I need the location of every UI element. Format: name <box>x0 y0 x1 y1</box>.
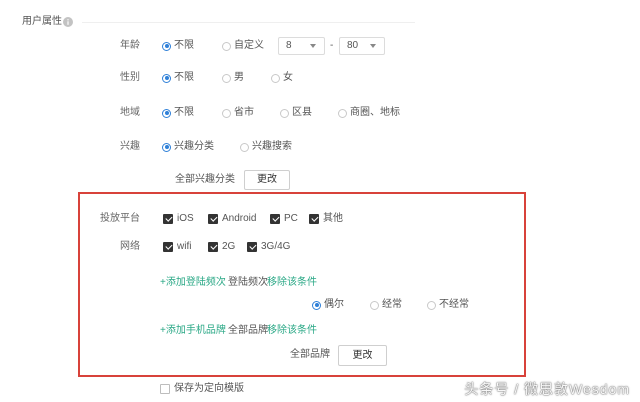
gender-option-female[interactable]: 女 <box>271 72 293 84</box>
remove-login-frequency-link[interactable]: 移除该条件 <box>267 277 317 289</box>
option-label: wifi <box>177 241 192 252</box>
option-label: 3G/4G <box>261 241 291 252</box>
option-label: 保存为定向模版 <box>174 383 244 394</box>
checkbox[interactable] <box>208 214 218 224</box>
option-label: 不限 <box>174 40 194 51</box>
phone-brand-change-button[interactable]: 更改 <box>338 345 387 366</box>
info-icon-dot <box>67 19 69 21</box>
platform-option-other[interactable]: 其他 <box>309 213 343 225</box>
age-label: 年龄 <box>120 40 140 51</box>
checkbox[interactable] <box>270 214 280 224</box>
age-option-custom[interactable]: 自定义 <box>222 40 264 52</box>
region-label: 地域 <box>120 107 140 118</box>
phone-brand-summary: 全部品牌 <box>290 349 330 360</box>
interest-change-button[interactable]: 更改 <box>244 170 290 190</box>
region-option-unlimited[interactable]: 不限 <box>162 107 194 119</box>
radio-button[interactable] <box>162 41 171 51</box>
option-label: iOS <box>177 213 194 224</box>
checkbox[interactable] <box>247 242 257 252</box>
phone-brand-name: 全部品牌 <box>228 325 268 336</box>
checkbox[interactable] <box>160 384 170 394</box>
option-label: 2G <box>222 241 236 252</box>
chevron-down-icon <box>370 44 376 48</box>
gender-option-male[interactable]: 男 <box>222 72 244 84</box>
region-option-province-city[interactable]: 省市 <box>222 107 254 119</box>
option-label: 兴趣分类 <box>174 141 214 152</box>
checkbox[interactable] <box>309 214 319 224</box>
option-label: 男 <box>234 72 244 83</box>
save-template-option[interactable]: 保存为定向模版 <box>160 383 244 395</box>
add-phone-brand-link[interactable]: +添加手机品牌 <box>160 325 226 337</box>
platform-option-ios[interactable]: iOS <box>163 213 194 225</box>
radio-button[interactable] <box>162 73 171 83</box>
platform-label: 投放平台 <box>100 213 140 224</box>
add-login-frequency-link[interactable]: +添加登陆频次 <box>160 277 226 289</box>
option-label: PC <box>284 213 298 224</box>
radio-button[interactable] <box>162 142 171 152</box>
radio-button[interactable] <box>370 300 379 310</box>
option-label: 经常 <box>382 299 402 310</box>
interest-option-search[interactable]: 兴趣搜索 <box>240 141 292 153</box>
platform-option-pc[interactable]: PC <box>270 213 298 225</box>
info-icon[interactable] <box>63 17 73 27</box>
checkbox[interactable] <box>208 242 218 252</box>
radio-button[interactable] <box>280 108 289 118</box>
login-frequency-option-often[interactable]: 经常 <box>370 299 402 311</box>
option-label: 女 <box>283 72 293 83</box>
section-divider <box>82 22 415 23</box>
region-option-district[interactable]: 区县 <box>280 107 312 119</box>
age-min-value: 8 <box>286 40 292 51</box>
login-frequency-name: 登陆频次 <box>228 277 268 288</box>
section-title: 用户属性 <box>22 16 62 27</box>
option-label: 自定义 <box>234 40 264 51</box>
chevron-down-icon <box>310 44 316 48</box>
radio-button[interactable] <box>271 73 280 83</box>
gender-option-unlimited[interactable]: 不限 <box>162 72 194 84</box>
option-label: 不限 <box>174 72 194 83</box>
option-label: 其他 <box>323 213 343 224</box>
interest-summary: 全部兴趣分类 <box>175 174 235 185</box>
info-icon-graphic <box>63 17 73 27</box>
checkbox[interactable] <box>163 242 173 252</box>
network-option-3g4g[interactable]: 3G/4G <box>247 241 290 253</box>
age-max-select[interactable]: 80 <box>339 37 385 55</box>
login-frequency-option-rarely[interactable]: 不经常 <box>427 299 469 311</box>
age-option-unlimited[interactable]: 不限 <box>162 40 194 52</box>
option-label: 商圈、地标 <box>350 107 400 118</box>
option-label: 偶尔 <box>324 299 344 310</box>
radio-button[interactable] <box>162 108 171 118</box>
option-label: 区县 <box>292 107 312 118</box>
radio-button[interactable] <box>222 108 231 118</box>
radio-button[interactable] <box>427 300 436 310</box>
option-label: 省市 <box>234 107 254 118</box>
age-range-separator: - <box>330 40 334 51</box>
radio-button[interactable] <box>222 73 231 83</box>
login-frequency-option-occasional[interactable]: 偶尔 <box>312 299 344 311</box>
network-label: 网络 <box>120 241 140 252</box>
info-icon-stem <box>67 21 69 25</box>
region-option-landmark[interactable]: 商圈、地标 <box>338 107 400 119</box>
interest-option-category[interactable]: 兴趣分类 <box>162 141 214 153</box>
watermark: 头条号 / 微思敦Wesdom <box>464 381 630 397</box>
age-max-value: 80 <box>347 40 359 51</box>
gender-label: 性别 <box>120 72 140 83</box>
checkbox[interactable] <box>163 214 173 224</box>
interest-label: 兴趣 <box>120 141 140 152</box>
network-option-wifi[interactable]: wifi <box>163 241 191 253</box>
network-option-2g[interactable]: 2G <box>208 241 235 253</box>
radio-button[interactable] <box>312 300 321 310</box>
option-label: 不限 <box>174 107 194 118</box>
remove-phone-brand-link[interactable]: 移除该条件 <box>267 325 317 337</box>
platform-option-android[interactable]: Android <box>208 213 256 225</box>
age-min-select[interactable]: 8 <box>278 37 325 55</box>
option-label: 不经常 <box>439 299 469 310</box>
radio-button[interactable] <box>222 41 231 51</box>
radio-button[interactable] <box>338 108 347 118</box>
radio-button[interactable] <box>240 142 249 152</box>
option-label: Android <box>222 213 257 224</box>
option-label: 兴趣搜索 <box>252 141 292 152</box>
